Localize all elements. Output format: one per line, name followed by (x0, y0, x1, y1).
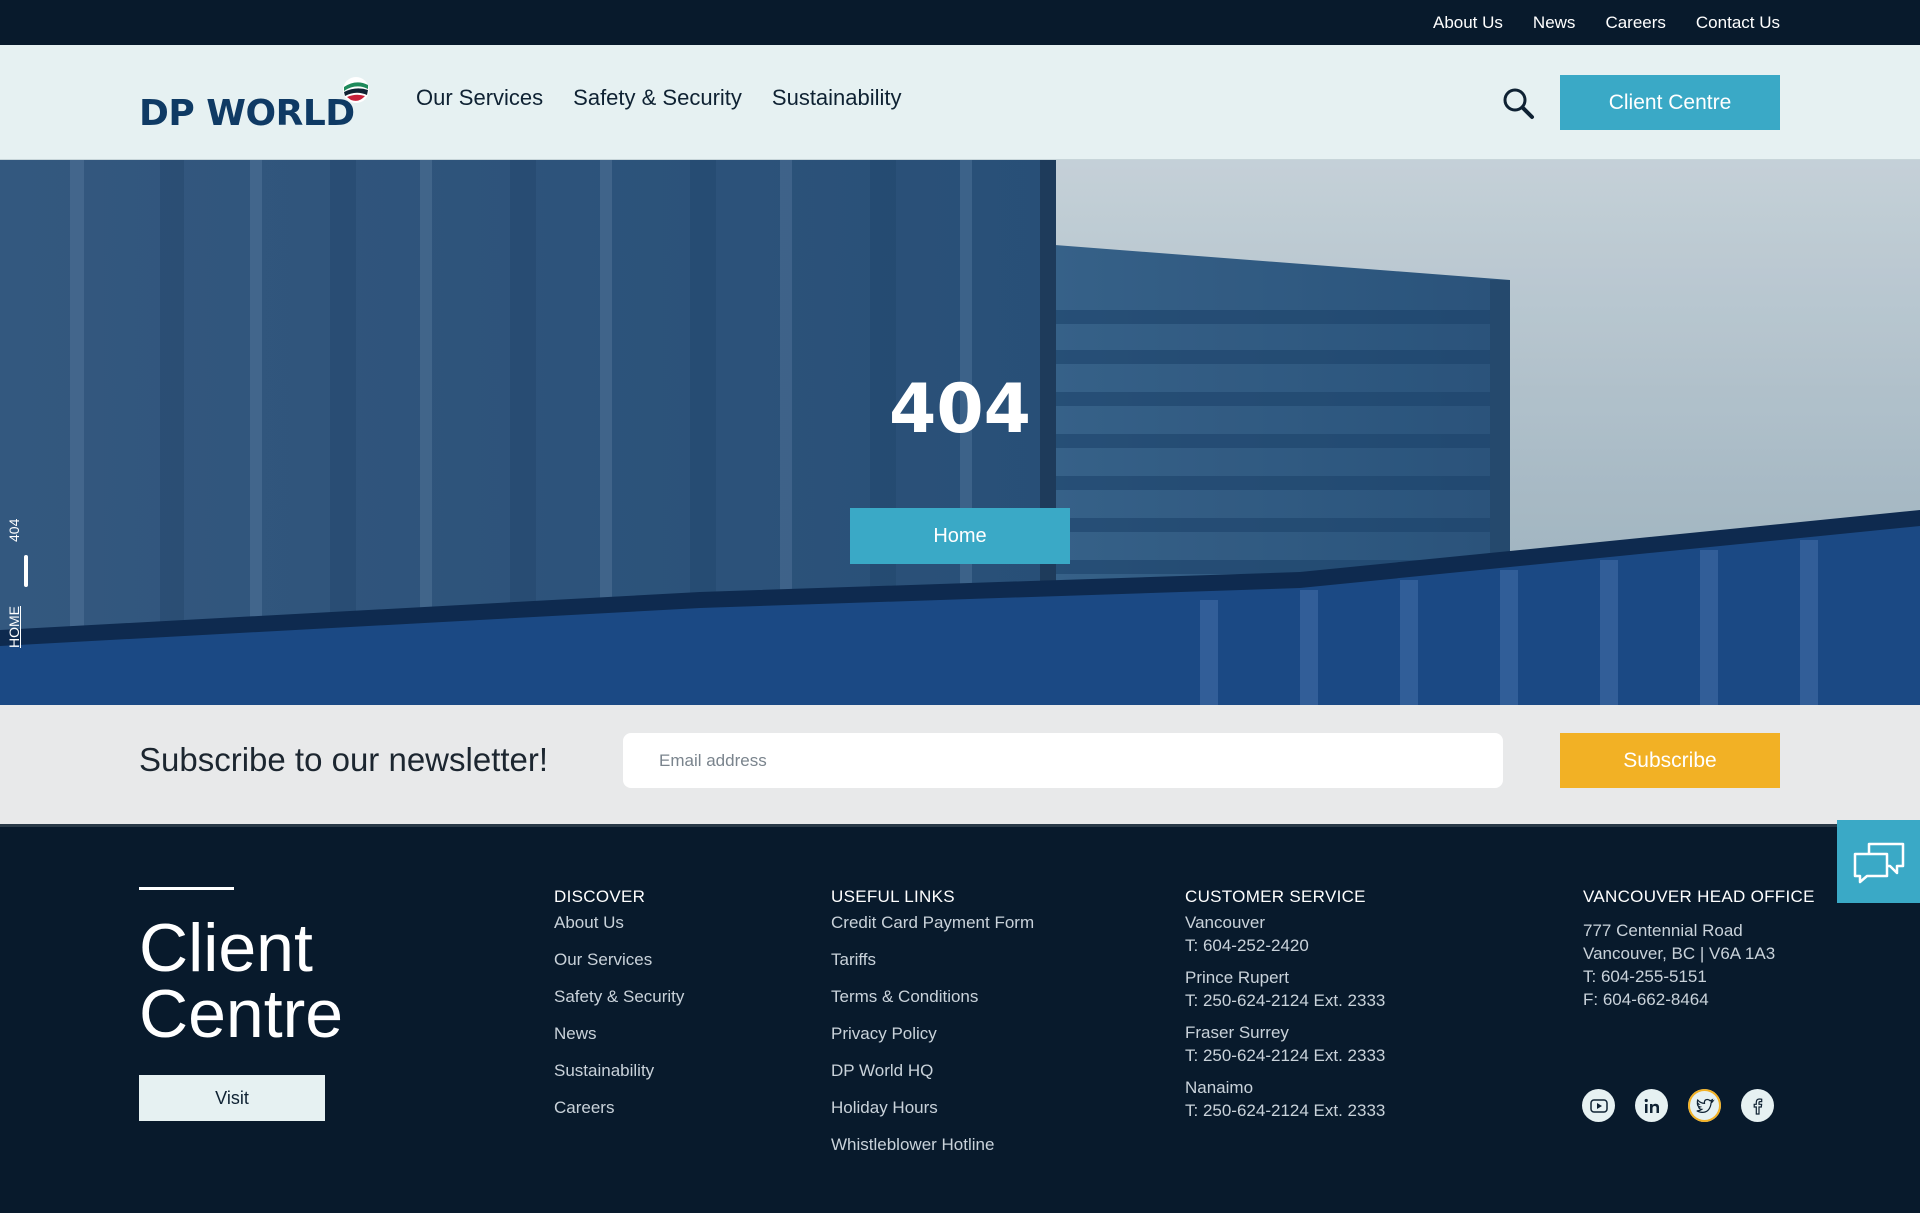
breadcrumb-current: 404 (6, 518, 22, 542)
useful-link-terms[interactable]: Terms & Conditions (831, 985, 1034, 1022)
useful-link-credit-card-form[interactable]: Credit Card Payment Form (831, 911, 1034, 948)
cs-location-name: Vancouver (1185, 913, 1266, 932)
subscribe-button[interactable]: Subscribe (1560, 733, 1780, 788)
nav-safety-security[interactable]: Safety & Security (573, 85, 742, 111)
chat-widget-button[interactable] (1837, 820, 1920, 903)
discover-link-our-services[interactable]: Our Services (554, 948, 684, 985)
youtube-link[interactable] (1582, 1089, 1615, 1122)
home-button[interactable]: Home (850, 508, 1070, 564)
discover-link-news[interactable]: News (554, 1022, 684, 1059)
cs-location-name: Fraser Surrey (1185, 1023, 1289, 1042)
linkedin-link[interactable] (1635, 1089, 1668, 1122)
logo-wordmark: DP WORLD (139, 93, 355, 134)
utility-link-contact-us[interactable]: Contact Us (1696, 13, 1780, 33)
footer-discover-column: DISCOVER About Us Our Services Safety & … (554, 887, 684, 1133)
cs-location: Nanaimo T: 250-624-2124 Ext. 2333 (1185, 1076, 1385, 1122)
error-code-title: 404 (889, 370, 1031, 449)
head-office-heading: VANCOUVER HEAD OFFICE (1583, 887, 1815, 906)
hero-banner: 404 Home 404 HOME (0, 160, 1920, 705)
search-button[interactable] (1498, 83, 1538, 123)
head-office-city: Vancouver, BC | V6A 1A3 (1583, 944, 1776, 963)
utility-link-careers[interactable]: Careers (1605, 13, 1665, 33)
footer-useful-links-column: USEFUL LINKS Credit Card Payment Form Ta… (831, 887, 1034, 1170)
newsletter-email-input[interactable] (623, 733, 1503, 788)
site-footer: Client Centre Visit DISCOVER About Us Ou… (0, 827, 1920, 1213)
utility-bar: About Us News Careers Contact Us (0, 0, 1920, 45)
youtube-icon (1589, 1098, 1608, 1113)
cs-location-phone[interactable]: T: 250-624-2124 Ext. 2333 (1185, 1044, 1385, 1067)
dp-world-logo[interactable]: DP WORLD (139, 75, 374, 135)
head-office-fax: F: 604-662-8464 (1583, 990, 1709, 1009)
head-office-address: 777 Centennial Road Vancouver, BC | V6A … (1583, 919, 1815, 1011)
twitter-icon (1695, 1098, 1715, 1113)
breadcrumb-divider (24, 555, 28, 587)
linkedin-icon (1644, 1098, 1659, 1113)
site-header: DP WORLD Our Services Safety & Security … (0, 45, 1920, 160)
nav-our-services[interactable]: Our Services (416, 85, 543, 111)
cs-location-name: Nanaimo (1185, 1078, 1254, 1097)
social-links (1582, 1089, 1774, 1122)
visit-button[interactable]: Visit (139, 1075, 325, 1121)
nav-sustainability[interactable]: Sustainability (772, 85, 902, 111)
globe-logo-icon (343, 77, 369, 103)
utility-link-news[interactable]: News (1533, 13, 1576, 33)
chat-bubbles-icon (1853, 842, 1904, 883)
discover-link-about-us[interactable]: About Us (554, 911, 684, 948)
facebook-icon (1753, 1097, 1762, 1115)
cs-location: Vancouver T: 604-252-2420 (1185, 911, 1385, 957)
client-centre-heading-line1: Client (139, 910, 313, 986)
client-centre-rule (139, 887, 234, 890)
breadcrumb-home[interactable]: HOME (6, 606, 22, 648)
discover-link-safety-security[interactable]: Safety & Security (554, 985, 684, 1022)
facebook-link[interactable] (1741, 1089, 1774, 1122)
useful-link-dp-world-hq[interactable]: DP World HQ (831, 1059, 1034, 1096)
customer-service-heading: CUSTOMER SERVICE (1185, 887, 1366, 906)
newsletter-title: Subscribe to our newsletter! (139, 741, 549, 778)
client-centre-button[interactable]: Client Centre (1560, 75, 1780, 130)
footer-head-office-column: VANCOUVER HEAD OFFICE 777 Centennial Roa… (1583, 887, 1815, 1011)
useful-link-tariffs[interactable]: Tariffs (831, 948, 1034, 985)
newsletter-bar: Subscribe to our newsletter! Subscribe (0, 705, 1920, 827)
client-centre-heading: Client Centre (139, 910, 439, 1052)
utility-nav: About Us News Careers Contact Us (1433, 0, 1780, 45)
search-icon (1503, 88, 1534, 119)
client-centre-heading-line2: Centre (139, 976, 344, 1052)
useful-link-holiday-hours[interactable]: Holiday Hours (831, 1096, 1034, 1133)
cs-location-phone[interactable]: T: 604-252-2420 (1185, 934, 1385, 957)
cs-location: Prince Rupert T: 250-624-2124 Ext. 2333 (1185, 966, 1385, 1012)
useful-link-privacy[interactable]: Privacy Policy (831, 1022, 1034, 1059)
utility-link-about-us[interactable]: About Us (1433, 13, 1503, 33)
twitter-link[interactable] (1688, 1089, 1721, 1122)
head-office-street: 777 Centennial Road (1583, 921, 1743, 940)
cs-location: Fraser Surrey T: 250-624-2124 Ext. 2333 (1185, 1021, 1385, 1067)
head-office-phone[interactable]: T: 604-255-5151 (1583, 965, 1815, 988)
cs-location-phone[interactable]: T: 250-624-2124 Ext. 2333 (1185, 1099, 1385, 1122)
cs-location-name: Prince Rupert (1185, 968, 1289, 987)
useful-links-heading: USEFUL LINKS (831, 887, 955, 906)
main-nav: Our Services Safety & Security Sustainab… (416, 45, 902, 150)
discover-heading: DISCOVER (554, 887, 646, 906)
discover-link-sustainability[interactable]: Sustainability (554, 1059, 684, 1096)
useful-link-whistleblower[interactable]: Whistleblower Hotline (831, 1133, 1034, 1170)
footer-customer-service-column: CUSTOMER SERVICE Vancouver T: 604-252-24… (1185, 887, 1385, 1131)
discover-link-careers[interactable]: Careers (554, 1096, 684, 1133)
cs-location-phone[interactable]: T: 250-624-2124 Ext. 2333 (1185, 989, 1385, 1012)
